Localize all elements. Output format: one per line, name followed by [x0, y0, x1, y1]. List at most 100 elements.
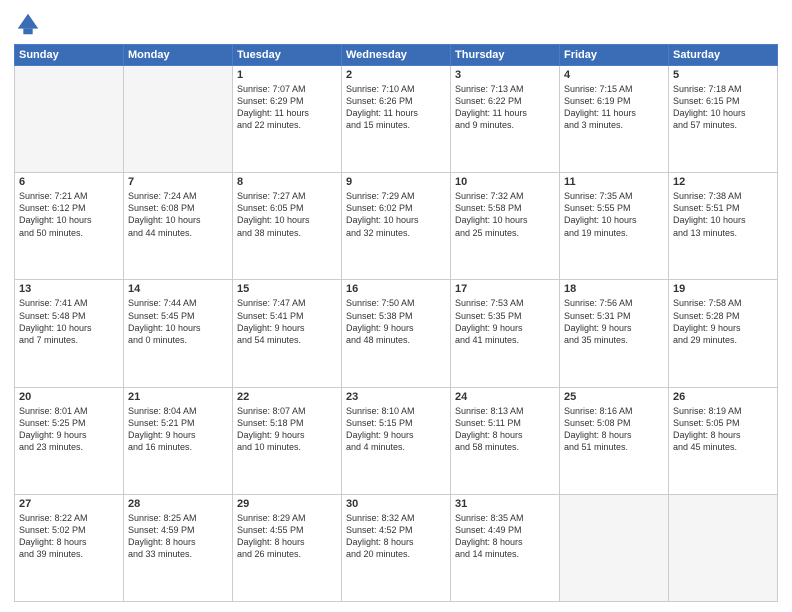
calendar-cell: 17 Sunrise: 7:53 AM Sunset: 5:35 PM Dayli…: [451, 280, 560, 387]
header: [14, 10, 778, 38]
calendar-cell: 12 Sunrise: 7:38 AM Sunset: 5:51 PM Dayli…: [669, 173, 778, 280]
cell-content: Sunrise: 7:50 AM Sunset: 5:38 PM Dayligh…: [346, 297, 446, 346]
cell-content: Sunrise: 7:47 AM Sunset: 5:41 PM Dayligh…: [237, 297, 337, 346]
cell-content: Sunrise: 8:16 AM Sunset: 5:08 PM Dayligh…: [564, 405, 664, 454]
calendar-cell: [15, 66, 124, 173]
day-of-week-header: Tuesday: [233, 45, 342, 66]
calendar-cell: 4Sunrise: 7:15 AM Sunset: 6:19 PM Daylig…: [560, 66, 669, 173]
cell-content: Sunrise: 7:15 AM Sunset: 6:19 PM Dayligh…: [564, 83, 664, 132]
day-number: 19: [673, 283, 773, 295]
day-number: 29: [237, 498, 337, 510]
logo-icon: [14, 10, 42, 38]
calendar-cell: 23 Sunrise: 8:10 AM Sunset: 5:15 PM Dayli…: [342, 387, 451, 494]
day-number: 17: [455, 283, 555, 295]
page: SundayMondayTuesdayWednesdayThursdayFrid…: [0, 0, 792, 612]
cell-content: Sunrise: 7:53 AM Sunset: 5:35 PM Dayligh…: [455, 297, 555, 346]
calendar-cell: 2 Sunrise: 7:10 AM Sunset: 6:26 PM Daylig…: [342, 66, 451, 173]
calendar-week-row: 13 Sunrise: 7:41 AM Sunset: 5:48 PM Dayli…: [15, 280, 778, 387]
cell-content: Sunrise: 7:38 AM Sunset: 5:51 PM Dayligh…: [673, 190, 773, 239]
calendar-cell: 31 Sunrise: 8:35 AM Sunset: 4:49 PM Dayli…: [451, 494, 560, 601]
day-of-week-header: Wednesday: [342, 45, 451, 66]
calendar-week-row: 6Sunrise: 7:21 AM Sunset: 6:12 PM Daylig…: [15, 173, 778, 280]
day-number: 25: [564, 391, 664, 403]
calendar-cell: 16 Sunrise: 7:50 AM Sunset: 5:38 PM Dayli…: [342, 280, 451, 387]
cell-content: Sunrise: 7:41 AM Sunset: 5:48 PM Dayligh…: [19, 297, 119, 346]
day-number: 7: [128, 176, 228, 188]
calendar-cell: 22Sunrise: 8:07 AM Sunset: 5:18 PM Dayli…: [233, 387, 342, 494]
calendar-cell: [669, 494, 778, 601]
day-number: 10: [455, 176, 555, 188]
calendar-cell: 11 Sunrise: 7:35 AM Sunset: 5:55 PM Dayli…: [560, 173, 669, 280]
cell-content: Sunrise: 7:21 AM Sunset: 6:12 PM Dayligh…: [19, 190, 119, 239]
day-of-week-header: Saturday: [669, 45, 778, 66]
calendar-cell: 10 Sunrise: 7:32 AM Sunset: 5:58 PM Dayli…: [451, 173, 560, 280]
day-of-week-header: Thursday: [451, 45, 560, 66]
day-number: 11: [564, 176, 664, 188]
calendar-week-row: 27 Sunrise: 8:22 AM Sunset: 5:02 PM Dayli…: [15, 494, 778, 601]
calendar-cell: 30Sunrise: 8:32 AM Sunset: 4:52 PM Dayli…: [342, 494, 451, 601]
cell-content: Sunrise: 8:25 AM Sunset: 4:59 PM Dayligh…: [128, 512, 228, 561]
cell-content: Sunrise: 7:10 AM Sunset: 6:26 PM Dayligh…: [346, 83, 446, 132]
cell-content: Sunrise: 7:18 AM Sunset: 6:15 PM Dayligh…: [673, 83, 773, 132]
day-number: 8: [237, 176, 337, 188]
day-number: 9: [346, 176, 446, 188]
day-number: 28: [128, 498, 228, 510]
calendar-week-row: 20 Sunrise: 8:01 AM Sunset: 5:25 PM Dayli…: [15, 387, 778, 494]
day-number: 13: [19, 283, 119, 295]
cell-content: Sunrise: 8:10 AM Sunset: 5:15 PM Dayligh…: [346, 405, 446, 454]
day-number: 5: [673, 69, 773, 81]
calendar-cell: 5 Sunrise: 7:18 AM Sunset: 6:15 PM Daylig…: [669, 66, 778, 173]
day-number: 16: [346, 283, 446, 295]
calendar-cell: 8 Sunrise: 7:27 AM Sunset: 6:05 PM Daylig…: [233, 173, 342, 280]
cell-content: Sunrise: 8:07 AM Sunset: 5:18 PM Dayligh…: [237, 405, 337, 454]
cell-content: Sunrise: 8:29 AM Sunset: 4:55 PM Dayligh…: [237, 512, 337, 561]
calendar-cell: 24Sunrise: 8:13 AM Sunset: 5:11 PM Dayli…: [451, 387, 560, 494]
calendar-week-row: 1Sunrise: 7:07 AM Sunset: 6:29 PM Daylig…: [15, 66, 778, 173]
calendar-cell: 19 Sunrise: 7:58 AM Sunset: 5:28 PM Dayli…: [669, 280, 778, 387]
day-number: 2: [346, 69, 446, 81]
cell-content: Sunrise: 7:27 AM Sunset: 6:05 PM Dayligh…: [237, 190, 337, 239]
calendar-cell: 6Sunrise: 7:21 AM Sunset: 6:12 PM Daylig…: [15, 173, 124, 280]
calendar-cell: 15 Sunrise: 7:47 AM Sunset: 5:41 PM Dayli…: [233, 280, 342, 387]
day-number: 23: [346, 391, 446, 403]
day-number: 24: [455, 391, 555, 403]
calendar-cell: [124, 66, 233, 173]
calendar-cell: 18Sunrise: 7:56 AM Sunset: 5:31 PM Dayli…: [560, 280, 669, 387]
calendar-cell: 3Sunrise: 7:13 AM Sunset: 6:22 PM Daylig…: [451, 66, 560, 173]
day-number: 15: [237, 283, 337, 295]
day-number: 31: [455, 498, 555, 510]
cell-content: Sunrise: 8:22 AM Sunset: 5:02 PM Dayligh…: [19, 512, 119, 561]
cell-content: Sunrise: 8:01 AM Sunset: 5:25 PM Dayligh…: [19, 405, 119, 454]
calendar-cell: 25 Sunrise: 8:16 AM Sunset: 5:08 PM Dayli…: [560, 387, 669, 494]
day-number: 14: [128, 283, 228, 295]
cell-content: Sunrise: 7:58 AM Sunset: 5:28 PM Dayligh…: [673, 297, 773, 346]
day-number: 3: [455, 69, 555, 81]
calendar-cell: [560, 494, 669, 601]
cell-content: Sunrise: 7:56 AM Sunset: 5:31 PM Dayligh…: [564, 297, 664, 346]
cell-content: Sunrise: 8:19 AM Sunset: 5:05 PM Dayligh…: [673, 405, 773, 454]
day-of-week-header: Sunday: [15, 45, 124, 66]
day-number: 20: [19, 391, 119, 403]
calendar-cell: 26Sunrise: 8:19 AM Sunset: 5:05 PM Dayli…: [669, 387, 778, 494]
calendar-header-row: SundayMondayTuesdayWednesdayThursdayFrid…: [15, 45, 778, 66]
day-number: 1: [237, 69, 337, 81]
logo: [14, 10, 46, 38]
calendar-cell: 20 Sunrise: 8:01 AM Sunset: 5:25 PM Dayli…: [15, 387, 124, 494]
cell-content: Sunrise: 8:35 AM Sunset: 4:49 PM Dayligh…: [455, 512, 555, 561]
day-number: 12: [673, 176, 773, 188]
calendar-cell: 1Sunrise: 7:07 AM Sunset: 6:29 PM Daylig…: [233, 66, 342, 173]
day-number: 27: [19, 498, 119, 510]
cell-content: Sunrise: 8:04 AM Sunset: 5:21 PM Dayligh…: [128, 405, 228, 454]
cell-content: Sunrise: 7:24 AM Sunset: 6:08 PM Dayligh…: [128, 190, 228, 239]
cell-content: Sunrise: 7:29 AM Sunset: 6:02 PM Dayligh…: [346, 190, 446, 239]
calendar-cell: 21Sunrise: 8:04 AM Sunset: 5:21 PM Dayli…: [124, 387, 233, 494]
calendar-cell: 27 Sunrise: 8:22 AM Sunset: 5:02 PM Dayli…: [15, 494, 124, 601]
calendar-cell: 14 Sunrise: 7:44 AM Sunset: 5:45 PM Dayli…: [124, 280, 233, 387]
calendar-cell: 13 Sunrise: 7:41 AM Sunset: 5:48 PM Dayli…: [15, 280, 124, 387]
calendar-cell: 29 Sunrise: 8:29 AM Sunset: 4:55 PM Dayli…: [233, 494, 342, 601]
cell-content: Sunrise: 7:32 AM Sunset: 5:58 PM Dayligh…: [455, 190, 555, 239]
cell-content: Sunrise: 7:44 AM Sunset: 5:45 PM Dayligh…: [128, 297, 228, 346]
calendar-cell: 7 Sunrise: 7:24 AM Sunset: 6:08 PM Daylig…: [124, 173, 233, 280]
cell-content: Sunrise: 8:32 AM Sunset: 4:52 PM Dayligh…: [346, 512, 446, 561]
cell-content: Sunrise: 7:35 AM Sunset: 5:55 PM Dayligh…: [564, 190, 664, 239]
